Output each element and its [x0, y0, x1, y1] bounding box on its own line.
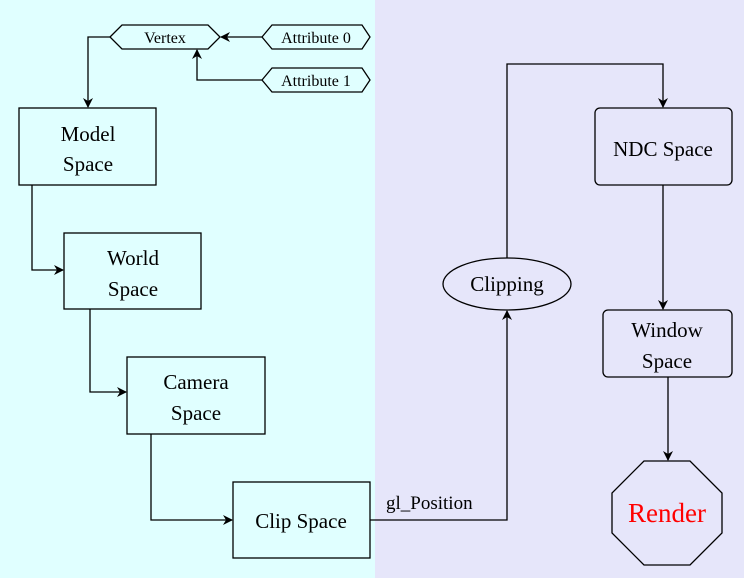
model-space-label-2: Space	[63, 152, 113, 176]
clip-space-label: Clip Space	[255, 509, 347, 533]
right-region	[375, 0, 744, 578]
diagram: Vertex Attribute 0 Attribute 1 Model Spa…	[0, 0, 744, 578]
camera-space-label-2: Space	[171, 401, 221, 425]
gl-position-label: gl_Position	[386, 493, 473, 514]
render-label: Render	[628, 498, 706, 528]
attribute0-label: Attribute 0	[281, 30, 351, 47]
ndc-space-label: NDC Space	[613, 137, 713, 161]
model-space-label-1: Model	[61, 122, 116, 146]
window-space-label-1: Window	[631, 318, 703, 342]
world-space-label-1: World	[107, 246, 159, 270]
vertex-label: Vertex	[144, 30, 186, 47]
world-space-label-2: Space	[108, 277, 158, 301]
clipping-label: Clipping	[470, 272, 544, 296]
attribute1-label: Attribute 1	[281, 73, 351, 90]
camera-space-label-1: Camera	[163, 370, 229, 394]
window-space-label-2: Space	[642, 349, 692, 373]
